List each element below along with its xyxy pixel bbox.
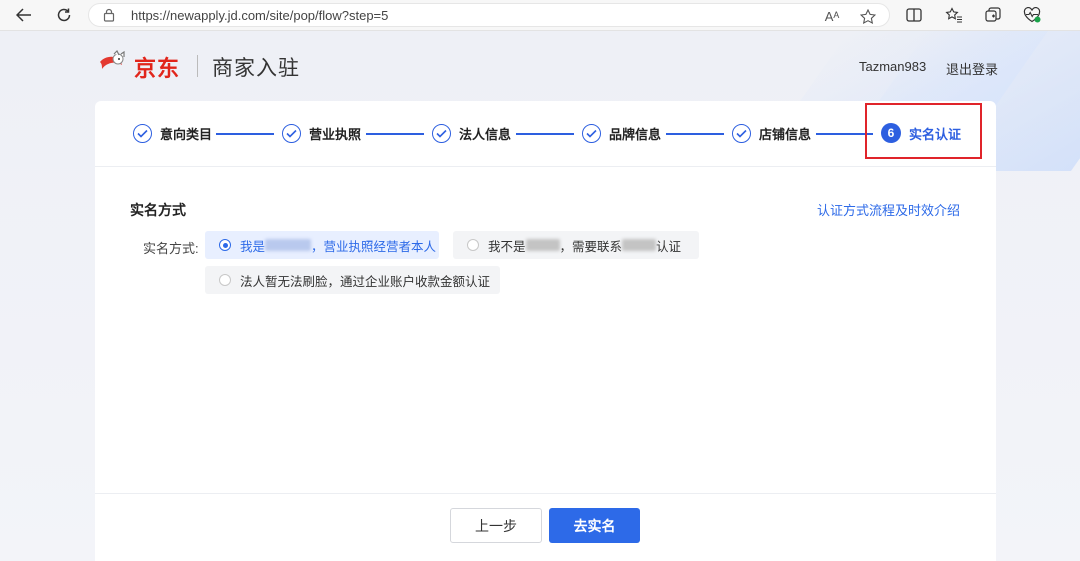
redacted-text <box>265 239 312 251</box>
option-text: ，营业执照经营者本人 <box>311 239 437 254</box>
option-text: 法人暂无法刷脸，通过企业账户收款金额认证 <box>240 274 491 289</box>
jd-logo-text: 京东 <box>134 57 181 82</box>
step-item: 品牌信息 <box>582 123 661 143</box>
check-circle-icon <box>732 123 751 143</box>
option-legal-person-self[interactable]: 我是 ，营业执照经营者本人 <box>205 231 439 259</box>
check-circle-icon <box>582 123 601 143</box>
step-item: 店铺信息 <box>732 123 811 143</box>
collections-icon[interactable] <box>982 5 1004 25</box>
option-text: ，需要联系 <box>559 239 623 254</box>
step-label: 意向类目 <box>160 126 213 142</box>
browser-toolbar: https://newapply.jd.com/site/pop/flow?st… <box>0 0 1080 31</box>
check-circle-icon <box>282 123 301 143</box>
section-title: 实名方式 <box>130 202 186 218</box>
field-label: 实名方式: <box>143 241 199 256</box>
redacted-text <box>525 239 560 251</box>
back-arrow-icon[interactable] <box>12 4 36 26</box>
step-item: 法人信息 <box>432 123 511 143</box>
step-label: 店铺信息 <box>759 126 812 142</box>
page-title: 商家入驻 <box>212 56 300 80</box>
auth-method-help-link[interactable]: 认证方式流程及时效介绍 <box>817 200 960 219</box>
footer-divider <box>95 493 996 494</box>
option-text: 我不是 <box>488 239 526 254</box>
main-card: 意向类目 营业执照 法人信息 品牌信息 店铺信息 6 实名认证 实名方式 认证方… <box>95 101 996 561</box>
step-connector <box>216 133 274 135</box>
step-connector <box>666 133 724 135</box>
go-verify-button[interactable]: 去实名 <box>549 508 640 543</box>
read-aloud-icon[interactable]: Aᴬ <box>823 8 841 24</box>
step-label: 品牌信息 <box>609 126 662 142</box>
refresh-icon[interactable] <box>52 4 76 26</box>
logout-link[interactable]: 退出登录 <box>946 59 998 78</box>
check-circle-icon <box>133 123 152 143</box>
option-text: 认证 <box>656 239 682 254</box>
step-label: 营业执照 <box>309 126 362 142</box>
radio-selected-icon[interactable] <box>219 239 231 251</box>
option-enterprise-account[interactable]: 法人暂无法刷脸，通过企业账户收款金额认证 <box>205 266 500 294</box>
redacted-text <box>622 239 657 251</box>
check-circle-icon <box>432 123 451 143</box>
page-info-icon[interactable] <box>103 8 115 27</box>
highlight-annotation-box <box>865 103 982 159</box>
previous-step-button[interactable]: 上一步 <box>450 508 542 543</box>
step-connector <box>516 133 574 135</box>
step-label: 法人信息 <box>459 126 512 142</box>
step-item: 营业执照 <box>282 123 361 143</box>
step-connector <box>366 133 424 135</box>
step-item: 意向类目 <box>133 123 212 143</box>
split-screen-icon[interactable] <box>903 5 925 25</box>
radio-icon[interactable] <box>219 274 231 286</box>
url-text[interactable]: https://newapply.jd.com/site/pop/flow?st… <box>131 8 388 23</box>
username: Tazman983 <box>859 59 927 74</box>
option-not-legal-person[interactable]: 我不是 ，需要联系 认证 <box>453 231 699 259</box>
option-text: 我是 <box>240 239 266 254</box>
jd-dog-logo-icon <box>96 49 132 81</box>
radio-icon[interactable] <box>467 239 479 251</box>
progress-steps: 意向类目 营业执照 法人信息 品牌信息 店铺信息 6 实名认证 <box>95 101 996 167</box>
favorites-icon[interactable] <box>943 5 965 25</box>
browser-health-icon[interactable] <box>1021 5 1043 25</box>
logo-divider <box>197 55 198 77</box>
favorite-star-icon[interactable] <box>859 8 877 24</box>
address-bar[interactable]: https://newapply.jd.com/site/pop/flow?st… <box>88 3 890 27</box>
